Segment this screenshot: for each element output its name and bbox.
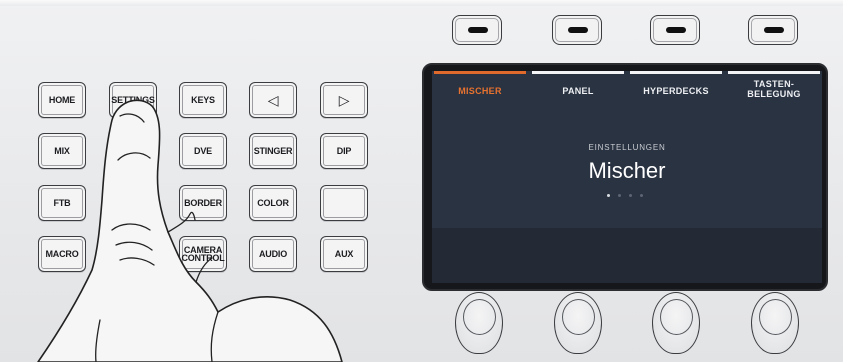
home-button[interactable]: HOME: [38, 82, 86, 118]
aux-label: AUX: [334, 249, 354, 259]
camera-control-button[interactable]: CAMERA CONTROL: [179, 236, 227, 272]
color-button[interactable]: COLOR: [249, 185, 297, 221]
settings-label: SETTINGS: [111, 95, 155, 105]
knob-3[interactable]: [652, 292, 700, 354]
audio-label: AUDIO: [259, 249, 287, 259]
border-label: BORDER: [184, 198, 222, 208]
tab-label: PANEL: [562, 86, 594, 96]
tab-mischer[interactable]: MISCHER: [432, 71, 528, 101]
left-arrow-button[interactable]: ◁: [249, 82, 297, 118]
stinger-button[interactable]: STINGER: [249, 133, 297, 169]
keys-label: KEYS: [191, 95, 215, 105]
ftb-label: FTB: [53, 198, 71, 208]
dip-button[interactable]: DIP: [320, 133, 368, 169]
soft-key-indicator: [468, 27, 488, 33]
left-arrow-icon: ◁: [267, 92, 279, 108]
tab-label-line1: TASTEN-: [753, 79, 795, 89]
page-dot: [618, 194, 621, 197]
settings-button[interactable]: SETTINGS: [109, 82, 157, 118]
home-label: HOME: [48, 95, 76, 105]
soft-key-4[interactable]: [748, 15, 798, 45]
soft-key-indicator: [764, 27, 784, 33]
macro-label: MACRO: [45, 249, 79, 259]
soft-key-1[interactable]: [452, 15, 502, 45]
right-arrow-button[interactable]: ▷: [320, 82, 368, 118]
tab-label: MISCHER: [458, 86, 502, 96]
aux-button[interactable]: AUX: [320, 236, 368, 272]
lcd-lower-band: [432, 228, 822, 283]
wipe-button[interactable]: [109, 133, 157, 169]
tab-panel[interactable]: PANEL: [530, 71, 626, 101]
soft-key-indicator: [666, 27, 686, 33]
lcd-title: Mischer: [588, 158, 666, 183]
tab-label: HYPERDECKS: [643, 86, 709, 96]
soft-key-3[interactable]: [650, 15, 700, 45]
knob-2[interactable]: [554, 292, 602, 354]
dve-button[interactable]: DVE: [179, 133, 227, 169]
camera-control-label: CAMERA CONTROL: [181, 245, 225, 263]
tab-label: TASTEN- BELEGUNG: [726, 79, 822, 99]
hidden-button-r3c2[interactable]: [109, 185, 157, 221]
tab-tastenbelegung[interactable]: TASTEN- BELEGUNG: [726, 71, 822, 101]
keys-button[interactable]: KEYS: [179, 82, 227, 118]
page-dot: [640, 194, 643, 197]
tab-label-line2: BELEGUNG: [747, 89, 801, 99]
right-arrow-icon: ▷: [338, 92, 350, 108]
macro-button[interactable]: MACRO: [38, 236, 86, 272]
page-dot: [629, 194, 632, 197]
tab-hyperdecks[interactable]: HYPERDECKS: [628, 71, 724, 101]
lcd-subtitle: EINSTELLUNGEN: [588, 143, 666, 152]
tab-indicator: [532, 71, 624, 74]
page-dot: [607, 194, 610, 197]
border-button[interactable]: BORDER: [179, 185, 227, 221]
tab-indicator: [434, 71, 526, 74]
dip-label: DIP: [336, 146, 352, 156]
blank-button[interactable]: [320, 185, 368, 221]
soft-key-indicator: [568, 27, 588, 33]
audio-button[interactable]: AUDIO: [249, 236, 297, 272]
hidden-button-r4c2[interactable]: [109, 236, 157, 272]
stinger-label: STINGER: [253, 146, 293, 156]
page-indicator: [607, 194, 647, 200]
tab-indicator: [728, 71, 820, 74]
lcd-screen: MISCHER PANEL HYPERDECKS TASTEN- BELEGUNG…: [432, 71, 822, 283]
soft-key-2[interactable]: [552, 15, 602, 45]
dve-label: DVE: [194, 146, 212, 156]
tab-indicator: [630, 71, 722, 74]
ftb-button[interactable]: FTB: [38, 185, 86, 221]
panel-top-edge: [0, 0, 843, 6]
mix-button[interactable]: MIX: [38, 133, 86, 169]
mix-label: MIX: [54, 146, 70, 156]
knob-4[interactable]: [751, 292, 799, 354]
color-label: COLOR: [257, 198, 289, 208]
knob-1[interactable]: [455, 292, 503, 354]
